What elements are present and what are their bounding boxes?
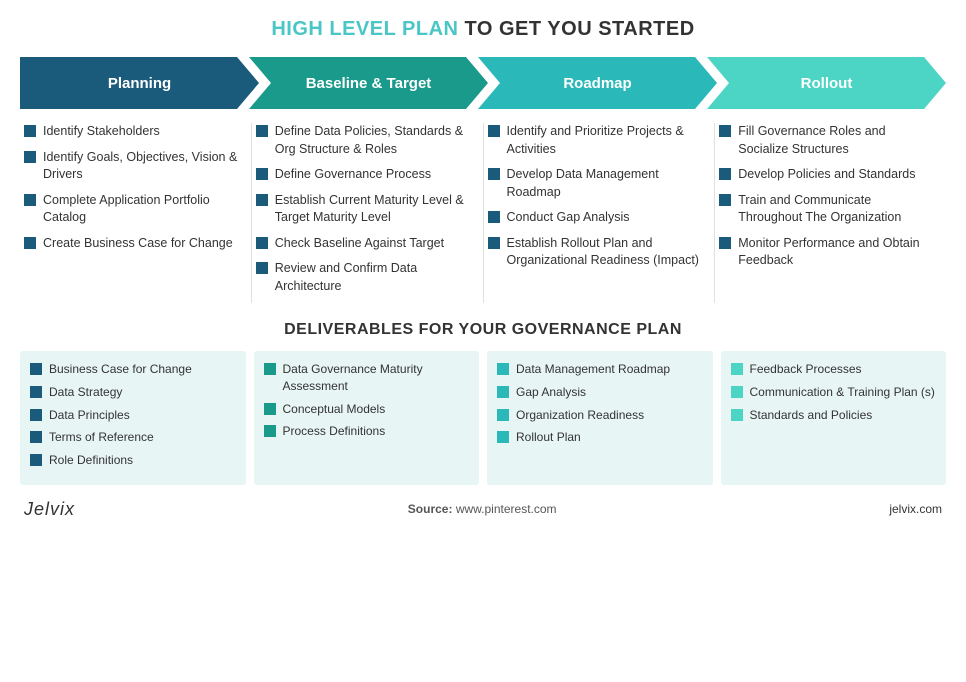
- list-item: Role Definitions: [30, 452, 236, 469]
- list-item: Communication & Training Plan (s): [731, 384, 937, 401]
- deliverable-box-rollout: Feedback Processes Communication & Train…: [721, 351, 947, 485]
- bullet-icon: [731, 386, 743, 398]
- list-item: Define Governance Process: [256, 166, 473, 184]
- title-highlight: HIGH LEVEL PLAN: [271, 18, 458, 40]
- bullet-icon: [30, 409, 42, 421]
- list-item: Business Case for Change: [30, 361, 236, 378]
- content-roadmap: Identify and Prioritize Projects & Activ…: [484, 123, 716, 303]
- list-item: Feedback Processes: [731, 361, 937, 378]
- arrow-planning: Planning: [20, 57, 259, 109]
- main-title: HIGH LEVEL PLAN TO GET YOU STARTED: [20, 18, 946, 41]
- list-item: Identify Goals, Objectives, Vision & Dri…: [24, 149, 241, 184]
- footer-source: Source: www.pinterest.com: [408, 502, 557, 516]
- bullet-icon: [488, 237, 500, 249]
- deliverable-box-baseline: Data Governance Maturity Assessment Conc…: [254, 351, 480, 485]
- bullet-icon: [731, 363, 743, 375]
- bullet-icon: [264, 363, 276, 375]
- bullet-icon: [30, 386, 42, 398]
- list-item: Check Baseline Against Target: [256, 235, 473, 253]
- arrow-rollout: Rollout: [707, 57, 946, 109]
- deliverable-rollout-list: Feedback Processes Communication & Train…: [731, 361, 937, 423]
- bullet-icon: [30, 454, 42, 466]
- content-rollout: Fill Governance Roles and Socialize Stru…: [715, 123, 946, 303]
- footer: Jelvix Source: www.pinterest.com jelvix.…: [20, 499, 946, 520]
- footer-brand: Jelvix: [24, 499, 75, 520]
- bullet-icon: [264, 403, 276, 415]
- bullet-icon: [488, 168, 500, 180]
- title-normal: TO GET YOU STARTED: [458, 18, 694, 40]
- deliverables-grid: Business Case for Change Data Strategy D…: [20, 351, 946, 485]
- list-item: Data Strategy: [30, 384, 236, 401]
- list-item: Review and Confirm Data Architecture: [256, 260, 473, 295]
- footer-url: jelvix.com: [889, 502, 942, 516]
- bullet-icon: [256, 194, 268, 206]
- list-item: Fill Governance Roles and Socialize Stru…: [719, 123, 936, 158]
- bullet-icon: [488, 125, 500, 137]
- deliverable-planning-list: Business Case for Change Data Strategy D…: [30, 361, 236, 469]
- list-item: Data Governance Maturity Assessment: [264, 361, 470, 395]
- list-item: Conceptual Models: [264, 401, 470, 418]
- baseline-list: Define Data Policies, Standards & Org St…: [256, 123, 473, 295]
- list-item: Establish Rollout Plan and Organizationa…: [488, 235, 705, 270]
- page: HIGH LEVEL PLAN TO GET YOU STARTED Plann…: [0, 0, 966, 682]
- bullet-icon: [719, 194, 731, 206]
- bullet-icon: [24, 237, 36, 249]
- list-item: Data Principles: [30, 407, 236, 424]
- list-item: Define Data Policies, Standards & Org St…: [256, 123, 473, 158]
- bullet-icon: [497, 431, 509, 443]
- list-item: Identify Stakeholders: [24, 123, 241, 141]
- bullet-icon: [497, 386, 509, 398]
- arrow-row: Planning Baseline & Target Roadmap Rollo…: [20, 57, 946, 109]
- list-item: Rollout Plan: [497, 429, 703, 446]
- deliverable-box-planning: Business Case for Change Data Strategy D…: [20, 351, 246, 485]
- bullet-icon: [719, 237, 731, 249]
- list-item: Train and Communicate Throughout The Org…: [719, 192, 936, 227]
- bullet-icon: [256, 125, 268, 137]
- list-item: Standards and Policies: [731, 407, 937, 424]
- deliverable-roadmap-list: Data Management Roadmap Gap Analysis Org…: [497, 361, 703, 446]
- bullet-icon: [24, 125, 36, 137]
- bullet-icon: [256, 237, 268, 249]
- bullet-icon: [24, 151, 36, 163]
- bullet-icon: [256, 168, 268, 180]
- list-item: Monitor Performance and Obtain Feedback: [719, 235, 936, 270]
- list-item: Data Management Roadmap: [497, 361, 703, 378]
- bullet-icon: [256, 262, 268, 274]
- rollout-list: Fill Governance Roles and Socialize Stru…: [719, 123, 936, 270]
- arrow-baseline: Baseline & Target: [249, 57, 488, 109]
- arrow-roadmap: Roadmap: [478, 57, 717, 109]
- list-item: Conduct Gap Analysis: [488, 209, 705, 227]
- deliverables-title: DELIVERABLES FOR YOUR GOVERNANCE PLAN: [20, 321, 946, 339]
- list-item: Complete Application Portfolio Catalog: [24, 192, 241, 227]
- bullet-icon: [719, 125, 731, 137]
- content-grid: Identify Stakeholders Identify Goals, Ob…: [20, 123, 946, 303]
- planning-list: Identify Stakeholders Identify Goals, Ob…: [24, 123, 241, 252]
- list-item: Terms of Reference: [30, 429, 236, 446]
- bullet-icon: [24, 194, 36, 206]
- list-item: Develop Data Management Roadmap: [488, 166, 705, 201]
- list-item: Organization Readiness: [497, 407, 703, 424]
- bullet-icon: [719, 168, 731, 180]
- content-baseline: Define Data Policies, Standards & Org St…: [252, 123, 484, 303]
- list-item: Develop Policies and Standards: [719, 166, 936, 184]
- list-item: Identify and Prioritize Projects & Activ…: [488, 123, 705, 158]
- bullet-icon: [30, 431, 42, 443]
- deliverable-baseline-list: Data Governance Maturity Assessment Conc…: [264, 361, 470, 440]
- list-item: Process Definitions: [264, 423, 470, 440]
- bullet-icon: [488, 211, 500, 223]
- list-item: Create Business Case for Change: [24, 235, 241, 253]
- bullet-icon: [731, 409, 743, 421]
- bullet-icon: [264, 425, 276, 437]
- content-planning: Identify Stakeholders Identify Goals, Ob…: [20, 123, 252, 303]
- deliverable-box-roadmap: Data Management Roadmap Gap Analysis Org…: [487, 351, 713, 485]
- roadmap-list: Identify and Prioritize Projects & Activ…: [488, 123, 705, 270]
- list-item: Establish Current Maturity Level & Targe…: [256, 192, 473, 227]
- bullet-icon: [497, 363, 509, 375]
- bullet-icon: [30, 363, 42, 375]
- list-item: Gap Analysis: [497, 384, 703, 401]
- bullet-icon: [497, 409, 509, 421]
